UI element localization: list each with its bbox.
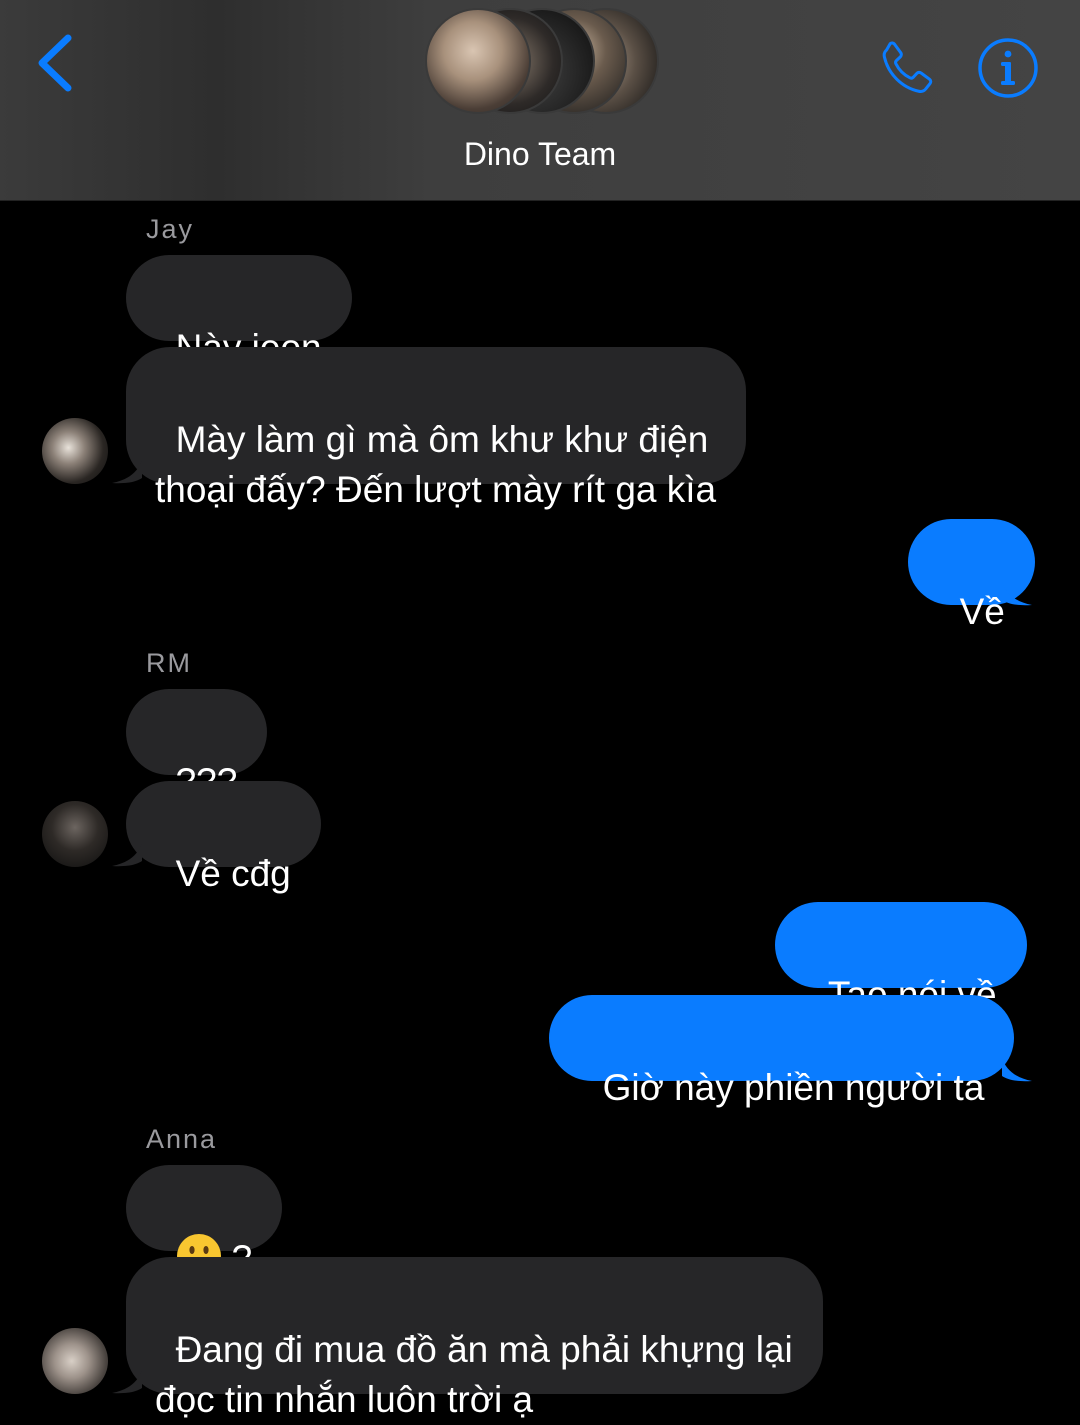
avatar[interactable] [42, 801, 108, 867]
bubble-tail [1002, 1058, 1032, 1082]
message-text: Mày làm gì mà ôm khư khư điện thoại đấy?… [155, 419, 717, 510]
message-bubble-outgoing[interactable]: Giờ này phiền người ta [549, 995, 1015, 1108]
info-button[interactable] [977, 37, 1039, 99]
group-member-avatar [425, 8, 531, 114]
message-bubble-incoming[interactable]: Về cđg [126, 781, 321, 894]
message-bubble-incoming[interactable]: ??? [126, 689, 268, 802]
phone-icon [882, 41, 933, 93]
bubble-tail [112, 843, 142, 867]
sender-name: Anna [146, 1124, 218, 1154]
message-text: Giờ này phiền người ta [602, 1067, 985, 1108]
chat-header: Dino Team [0, 0, 1080, 201]
message-bubble-incoming[interactable]: Đang đi mua đồ ăn mà phải khựng lại đọc … [126, 1257, 823, 1420]
back-button[interactable] [34, 30, 84, 100]
message-bubble-incoming[interactable]: Này jeon [126, 255, 352, 368]
info-icon [978, 38, 1038, 98]
group-avatar-stack[interactable] [425, 8, 659, 114]
bubble-tail [112, 460, 142, 484]
group-name[interactable]: Dino Team [340, 136, 740, 173]
message-bubble-outgoing[interactable]: Tao nói về [775, 902, 1027, 1015]
message-text: Đang đi mua đồ ăn mà phải khựng lại đọc … [155, 1329, 793, 1420]
avatar[interactable] [42, 418, 108, 484]
message-text: Về cđg [175, 853, 291, 894]
sender-name: Jay [146, 214, 195, 244]
bubble-tail [112, 1370, 142, 1394]
message-bubble-incoming[interactable]: Mày làm gì mà ôm khư khư điện thoại đấy?… [126, 347, 747, 510]
sender-name: RM [146, 648, 192, 678]
message-bubble-incoming[interactable]: ? [126, 1165, 283, 1279]
chevron-left-icon [38, 34, 72, 92]
avatar[interactable] [42, 1328, 108, 1394]
message-text: Về [959, 591, 1005, 632]
call-button[interactable] [872, 36, 938, 102]
bubble-tail [1002, 582, 1032, 606]
